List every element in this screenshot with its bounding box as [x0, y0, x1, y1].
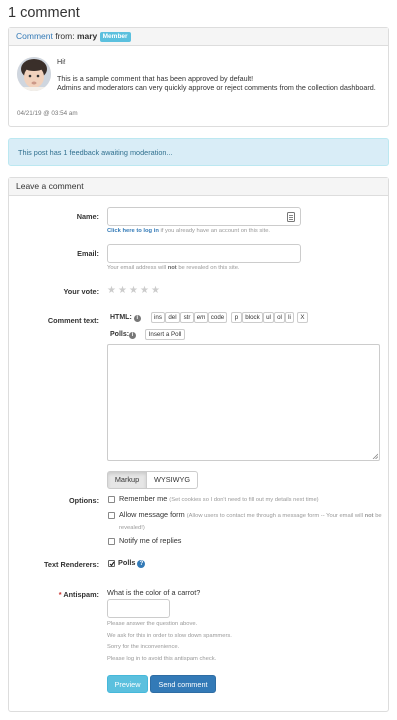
html-label: HTML:: [110, 314, 132, 321]
form-heading: Leave a comment: [9, 178, 388, 196]
comment-line: Hi!: [57, 57, 66, 66]
polls-toolbar-label: Polls: i: [110, 330, 137, 339]
email-help: Your email address will not be revealed …: [107, 264, 240, 273]
antispam-help: Please answer the question above. We ask…: [107, 619, 232, 665]
comment-header: Comment from: mary Member: [9, 28, 388, 46]
p-button[interactable]: p: [231, 312, 242, 323]
send-comment-button[interactable]: Send comment: [150, 675, 216, 693]
polls-label: Polls:: [110, 331, 130, 338]
email-help-text: Your email address will: [107, 265, 168, 271]
rating-star-3[interactable]: ★: [129, 286, 138, 296]
rating-star-1[interactable]: ★: [107, 286, 116, 296]
antispam-label: * Antispam:: [59, 590, 99, 599]
preview-button[interactable]: Preview: [107, 675, 148, 693]
antispam-input[interactable]: [107, 599, 170, 618]
contact-card-icon: [287, 212, 295, 222]
antispam-help-line: We ask for this in order to slow down sp…: [107, 632, 232, 639]
polls-renderer-checkbox[interactable]: [108, 560, 115, 567]
rating-star-2[interactable]: ★: [118, 286, 127, 296]
email-input[interactable]: [107, 244, 301, 263]
login-help-text: if you already have an account on this s…: [158, 228, 271, 234]
comment-text-label: Comment text:: [47, 316, 99, 325]
polls-renderer-label[interactable]: Polls: [118, 558, 135, 567]
del-button[interactable]: del: [165, 312, 180, 323]
allow-message-form-label[interactable]: Allow message form: [119, 510, 185, 519]
required-marker: *: [58, 590, 62, 599]
email-help-bold: not: [167, 265, 177, 271]
avatar: [17, 57, 51, 91]
antispam-question: What is the color of a carrot?: [107, 588, 201, 597]
antispam-help-line: Sorry for the inconvenience.: [107, 644, 180, 650]
info-icon[interactable]: i: [133, 315, 141, 322]
allow-message-form-option: Allow message form (Allow users to conta…: [119, 510, 384, 533]
code-button[interactable]: code: [208, 312, 227, 323]
block-button[interactable]: block: [242, 312, 263, 323]
li-button[interactable]: li: [285, 312, 294, 323]
login-help: Click here to log in if you already have…: [107, 227, 270, 236]
remember-me-checkbox[interactable]: [108, 496, 115, 503]
close-tags-button[interactable]: X: [297, 312, 308, 323]
remember-me-option: Remember me (Set cookies so I don't need…: [119, 494, 319, 505]
ol-button[interactable]: ol: [274, 312, 285, 323]
allow-note-bold: not: [364, 513, 374, 519]
ul-button[interactable]: ul: [263, 312, 274, 323]
em-button[interactable]: em: [194, 312, 208, 323]
antispam-help-line: Please answer the question above.: [107, 621, 198, 627]
polls-renderer-option: Polls ?: [118, 558, 146, 568]
comment-author: mary: [76, 31, 98, 41]
markup-tab[interactable]: Markup: [107, 471, 147, 489]
login-link[interactable]: Click here to log in: [107, 228, 159, 234]
wysiwyg-tab[interactable]: WYSIWYG: [146, 471, 198, 489]
text-renderers-label: Text Renderers:: [43, 560, 99, 569]
allow-note-text: (Allow users to contact me through a mes…: [186, 513, 365, 519]
remember-me-note: (Set cookies so I don't need to fill out…: [169, 497, 319, 503]
antispam-label-text: Antispam:: [63, 590, 99, 599]
antispam-help-line: Please log in to avoid this antispam che…: [107, 655, 217, 662]
allow-message-form-checkbox[interactable]: [108, 512, 115, 519]
comment-date: 04/21/19 @ 03:54 am: [17, 110, 78, 117]
email-help-text-end: be revealed on this site.: [176, 265, 240, 271]
info-icon[interactable]: i: [129, 332, 137, 339]
comment-line: Admins and moderators can very quickly a…: [57, 83, 376, 92]
help-icon[interactable]: ?: [137, 560, 146, 568]
html-toolbar-label: HTML: i: [110, 313, 141, 322]
notify-replies-checkbox[interactable]: [108, 538, 115, 545]
vote-label: Your vote:: [63, 287, 99, 296]
str-button[interactable]: str: [180, 312, 194, 323]
remember-me-label[interactable]: Remember me: [119, 494, 167, 503]
insert-poll-button[interactable]: Insert a Poll: [145, 329, 185, 340]
resize-handle-icon[interactable]: [372, 453, 378, 459]
rating-star-4[interactable]: ★: [140, 286, 149, 296]
comment-textarea[interactable]: [107, 344, 380, 461]
page-title: 1 comment: [8, 5, 80, 21]
email-label: Email:: [77, 249, 99, 258]
member-badge: Member: [99, 32, 131, 42]
comment-line: This is a sample comment that has been a…: [57, 73, 254, 83]
comment-from-text: from:: [52, 31, 77, 41]
checkmark-icon: [109, 561, 115, 567]
name-input[interactable]: [107, 207, 301, 226]
ins-button[interactable]: ins: [151, 312, 165, 323]
notify-replies-label[interactable]: Notify me of replies: [119, 536, 181, 546]
comment-permalink[interactable]: Comment: [16, 31, 53, 41]
moderation-notice: This post has 1 feedback awaiting modera…: [8, 138, 389, 166]
options-label: Options:: [69, 496, 99, 505]
rating-star-5[interactable]: ★: [151, 286, 160, 296]
name-label: Name:: [76, 212, 99, 221]
comment-text: Hi! This is a sample comment that has be…: [57, 57, 382, 93]
